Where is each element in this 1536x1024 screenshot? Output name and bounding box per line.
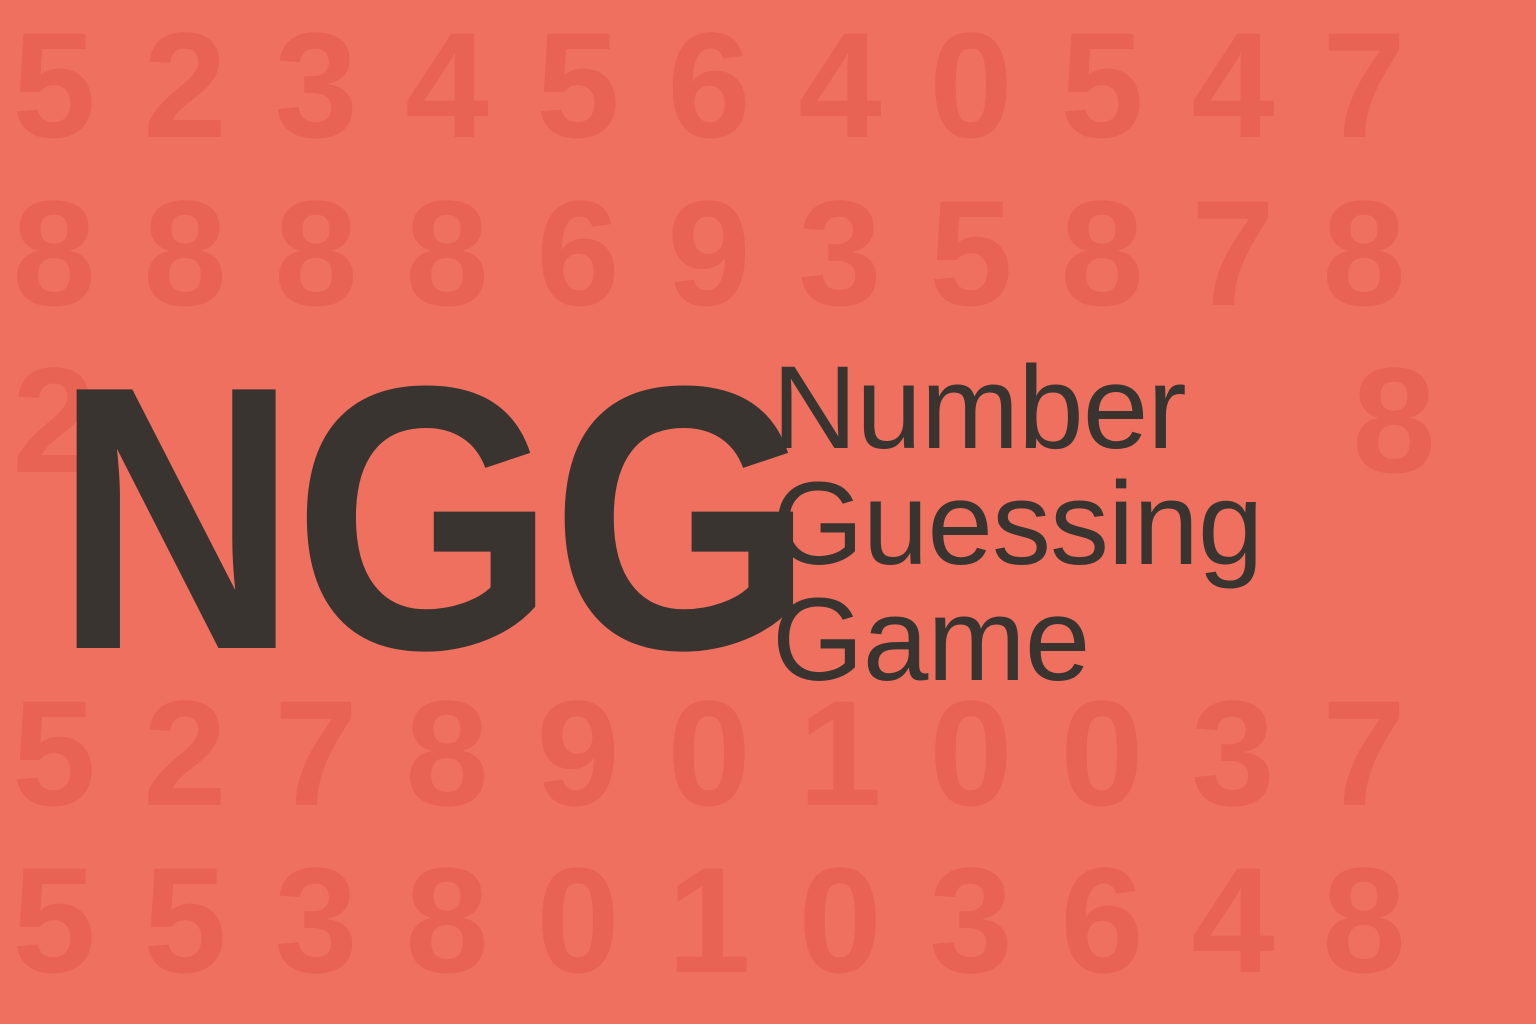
background-digit: 8 <box>12 169 96 337</box>
background-digit: 8 <box>1322 836 1406 1004</box>
background-digit: 3 <box>929 836 1013 1004</box>
logo-abbreviation: NGG <box>54 308 814 728</box>
background-digit: 2 <box>143 1 227 169</box>
background-digit: 7 <box>1322 669 1406 837</box>
background-digit: 0 <box>929 1 1013 169</box>
background-digit: 6 <box>1060 836 1144 1004</box>
background-digit: 4 <box>1191 836 1275 1004</box>
background-digit: 5 <box>1060 1 1144 169</box>
background-digit: 0 <box>536 836 620 1004</box>
background-digit: 9 <box>667 169 751 337</box>
background-digit: 6 <box>667 1 751 169</box>
background-digit: 4 <box>405 1 489 169</box>
background-digit: 1 <box>667 836 751 1004</box>
background-digit: 5 <box>12 836 96 1004</box>
title-line-3: Game <box>772 574 1090 706</box>
background-digit: 8 <box>405 836 489 1004</box>
title-line-2: Guessing <box>772 458 1264 590</box>
background-digit: 5 <box>12 1 96 169</box>
background-digit: 3 <box>798 169 882 337</box>
background-digit: 3 <box>274 836 358 1004</box>
background-digit: 3 <box>274 1 358 169</box>
background-digit: 5 <box>929 169 1013 337</box>
background-digit: 4 <box>1191 1 1275 169</box>
background-digit: 8 <box>274 169 358 337</box>
title-line-1: Number <box>772 342 1187 474</box>
background-digit: 5 <box>143 836 227 1004</box>
background-digit: 5 <box>536 1 620 169</box>
background-digit: 3 <box>1191 669 1275 837</box>
background-digit: 8 <box>1322 169 1406 337</box>
background-digit: 6 <box>536 169 620 337</box>
background-digit: 7 <box>1322 1 1406 169</box>
background-digit: 8 <box>1060 169 1144 337</box>
background-digit: 7 <box>1191 169 1275 337</box>
game-title: Number Guessing Game <box>772 342 1372 706</box>
background-digit: 0 <box>798 836 882 1004</box>
background-digit: 4 <box>798 1 882 169</box>
background-digit: 8 <box>143 169 227 337</box>
background-digit: 8 <box>405 169 489 337</box>
